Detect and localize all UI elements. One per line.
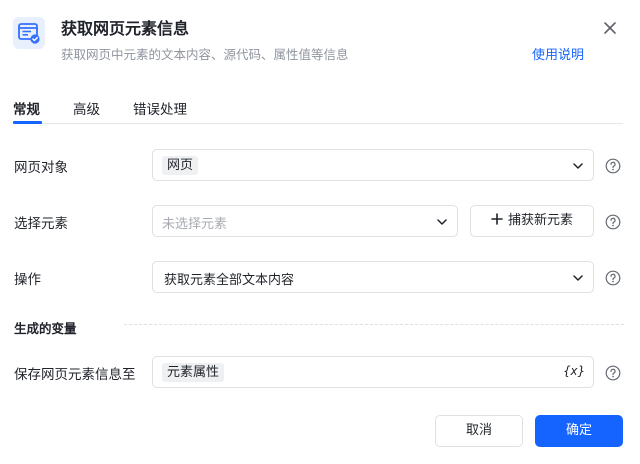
confirm-button[interactable]: 确定: [535, 415, 623, 447]
generated-variables-title: 生成的变量: [14, 321, 77, 336]
tab-advanced[interactable]: 高级: [73, 98, 100, 118]
select-element-select[interactable]: 未选择元素: [152, 205, 458, 237]
operation-value: 获取元素全部文本内容: [164, 273, 295, 288]
cancel-button[interactable]: 取消: [435, 415, 523, 447]
capture-element-label: 捕获新元素: [507, 213, 573, 228]
close-icon[interactable]: [601, 19, 619, 37]
capture-element-button[interactable]: 捕获新元素: [470, 205, 594, 237]
active-tab-indicator: [13, 121, 42, 124]
plus-icon: [491, 213, 503, 225]
tab-bar: 常规 高级 错误处理: [13, 96, 623, 124]
web-object-value: 网页: [162, 156, 199, 175]
save-to-label: 保存网页元素信息至: [14, 367, 136, 383]
help-icon[interactable]: [605, 158, 621, 174]
chevron-down-icon: [437, 219, 447, 225]
operation-select[interactable]: 获取元素全部文本内容: [152, 261, 594, 293]
dialog-subtitle: 获取网页中元素的文本内容、源代码、属性值等信息: [61, 47, 349, 62]
save-to-value: 元素属性: [162, 363, 225, 382]
chevron-down-icon: [573, 163, 583, 169]
web-object-select[interactable]: 网页: [152, 149, 594, 181]
help-icon[interactable]: [605, 365, 621, 381]
tab-general[interactable]: 常规: [13, 98, 40, 118]
variable-icon[interactable]: {x}: [563, 364, 585, 378]
operation-label: 操作: [14, 272, 41, 288]
select-element-label: 选择元素: [14, 216, 68, 232]
tab-error-handling[interactable]: 错误处理: [133, 98, 187, 118]
help-icon[interactable]: [605, 214, 621, 230]
dialog-title: 获取网页元素信息: [61, 19, 190, 38]
chevron-down-icon: [573, 275, 583, 281]
web-object-label: 网页对象: [14, 160, 68, 176]
help-icon[interactable]: [605, 270, 621, 286]
save-to-input[interactable]: 元素属性 {x}: [152, 356, 594, 388]
help-link[interactable]: 使用说明: [532, 44, 584, 63]
browser-element-icon: [13, 17, 45, 49]
section-divider: [124, 324, 624, 325]
select-element-placeholder: 未选择元素: [162, 217, 228, 232]
